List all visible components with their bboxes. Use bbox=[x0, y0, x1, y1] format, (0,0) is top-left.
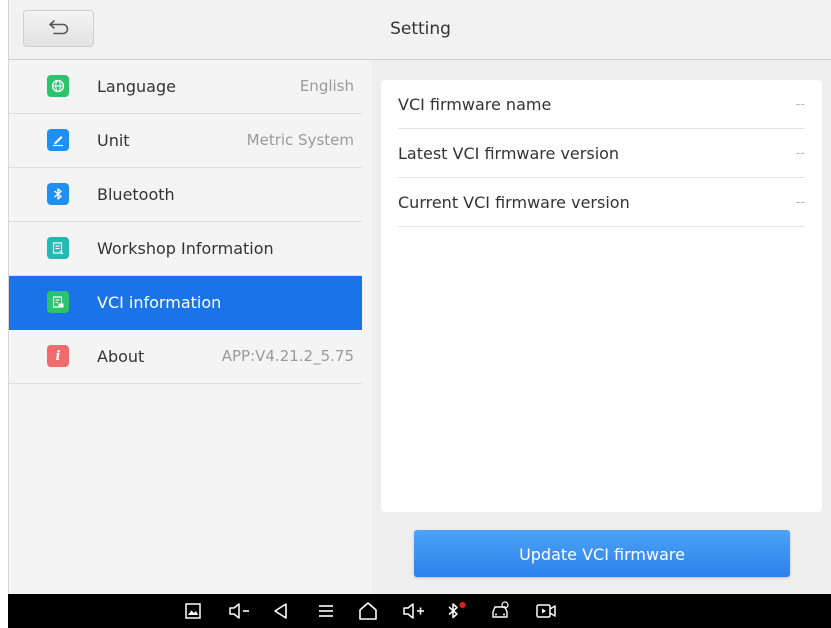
sidebar-item-bluetooth[interactable]: Bluetooth bbox=[9, 168, 362, 222]
document-icon bbox=[47, 237, 69, 259]
bluetooth-status-icon[interactable] bbox=[445, 600, 469, 622]
home-icon[interactable] bbox=[355, 600, 381, 622]
sidebar-item-value: APP:V4.21.2_5.75 bbox=[221, 347, 354, 365]
info-icon: i bbox=[47, 345, 69, 367]
info-row-value: -- bbox=[795, 146, 805, 161]
back-nav-icon[interactable] bbox=[270, 600, 292, 622]
vci-info-panel: VCI firmware name -- Latest VCI firmware… bbox=[381, 80, 822, 512]
info-row-label: Current VCI firmware version bbox=[398, 193, 630, 212]
screenshot-icon[interactable] bbox=[182, 600, 204, 622]
info-row-label: Latest VCI firmware version bbox=[398, 144, 620, 163]
sidebar-item-label: About bbox=[97, 347, 145, 366]
page-title: Setting bbox=[390, 19, 451, 39]
sidebar-item-vci-information[interactable]: VCI information bbox=[9, 276, 362, 330]
sidebar-item-workshop-information[interactable]: Workshop Information bbox=[9, 222, 362, 276]
update-vci-firmware-button[interactable]: Update VCI firmware bbox=[414, 530, 790, 577]
info-row-value: -- bbox=[795, 195, 805, 210]
info-row-latest-version: Latest VCI firmware version -- bbox=[398, 129, 805, 178]
volume-up-icon[interactable] bbox=[400, 600, 430, 622]
sidebar-item-label: Language bbox=[97, 77, 176, 96]
back-arrow-icon bbox=[48, 19, 70, 39]
sidebar-item-label: VCI information bbox=[97, 293, 222, 312]
header: Setting bbox=[9, 0, 831, 60]
screen-record-icon[interactable] bbox=[534, 600, 558, 622]
info-row-label: VCI firmware name bbox=[398, 95, 552, 114]
sidebar-item-value: Metric System bbox=[246, 131, 354, 149]
menu-icon[interactable] bbox=[315, 600, 337, 622]
volume-down-icon[interactable] bbox=[226, 600, 256, 622]
sidebar-item-language[interactable]: Language English bbox=[9, 60, 362, 114]
back-button[interactable] bbox=[23, 10, 94, 47]
info-row-current-version: Current VCI firmware version -- bbox=[398, 178, 805, 227]
sidebar-item-unit[interactable]: Unit Metric System bbox=[9, 114, 362, 168]
vci-icon bbox=[47, 291, 69, 313]
sidebar-item-about[interactable]: i About APP:V4.21.2_5.75 bbox=[9, 330, 362, 384]
pencil-icon bbox=[47, 129, 69, 151]
sidebar-item-label: Unit bbox=[97, 131, 130, 150]
app-frame: Setting Language English Unit Metric Sys… bbox=[8, 0, 831, 594]
info-row-value: -- bbox=[795, 97, 805, 112]
android-nav-bar bbox=[8, 594, 831, 628]
sidebar-item-label: Bluetooth bbox=[97, 185, 175, 204]
sidebar: Language English Unit Metric System Blue… bbox=[9, 60, 372, 594]
sidebar-item-value: English bbox=[299, 77, 354, 95]
sidebar-item-label: Workshop Information bbox=[97, 239, 274, 258]
info-row-firmware-name: VCI firmware name -- bbox=[398, 80, 805, 129]
bluetooth-icon bbox=[47, 183, 69, 205]
globe-icon bbox=[47, 75, 69, 97]
vehicle-diagnostic-icon[interactable] bbox=[488, 600, 514, 622]
